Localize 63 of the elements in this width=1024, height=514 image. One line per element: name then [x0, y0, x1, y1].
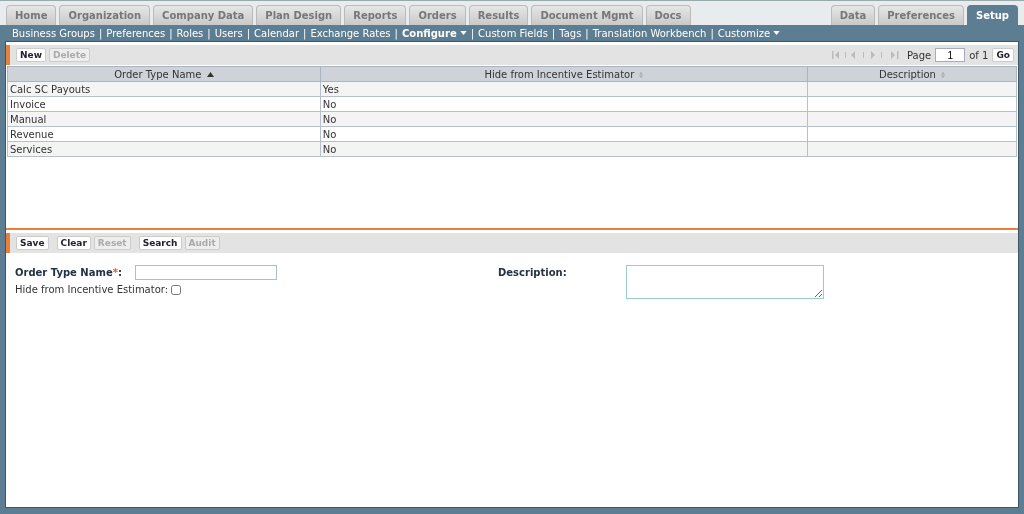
nav-tab[interactable]: Plan Design	[256, 5, 342, 25]
separator: |	[470, 27, 475, 39]
nav-tab[interactable]: Reports	[344, 5, 407, 25]
checkbox[interactable]	[171, 284, 182, 295]
nav-tab[interactable]: Preferences	[878, 5, 964, 25]
subnav-link[interactable]: Configure	[401, 27, 467, 39]
separator: |	[710, 27, 714, 39]
page-count: of 1	[969, 49, 989, 61]
sort-icon[interactable]	[941, 71, 946, 78]
separator: |	[98, 27, 103, 39]
table-cell: Yes	[322, 83, 339, 95]
subnav-link[interactable]: Exchange Rates	[310, 27, 391, 39]
table-cell: No	[322, 98, 337, 110]
go-button[interactable]: Go	[992, 48, 1014, 62]
column-header[interactable]: Order Type Name	[7, 66, 321, 82]
nav-tab[interactable]: Document Mgmt	[531, 5, 643, 25]
nav-tab[interactable]: Docs	[645, 5, 691, 25]
toolbar-button[interactable]: New	[16, 48, 46, 62]
page-input[interactable]: 1	[935, 48, 966, 62]
toolbar-button[interactable]: Search	[138, 236, 182, 250]
subnav-link[interactable]: Translation Workbench	[592, 27, 707, 39]
sort-ascending-icon[interactable]	[206, 72, 214, 77]
table-cell: Calc SC Payouts	[10, 83, 91, 95]
separator: |	[394, 27, 398, 39]
separator: |	[246, 27, 251, 39]
table-cell: Services	[10, 143, 53, 155]
nav-tab[interactable]: Results	[468, 5, 529, 25]
field-label: Order Type Name*:	[15, 267, 123, 278]
subnav-link[interactable]: Preferences	[106, 27, 166, 39]
subnav-link[interactable]: Business Groups	[12, 27, 95, 39]
nav-tab[interactable]: Orders	[409, 5, 466, 25]
table-cell: Manual	[10, 113, 47, 125]
toolbar-button[interactable]: Save	[16, 236, 49, 250]
nav-tab[interactable]: Setup	[966, 5, 1018, 25]
subnav-link[interactable]: Users	[214, 27, 243, 39]
table-cell: Invoice	[10, 98, 46, 110]
subnav-link[interactable]: Tags	[559, 27, 582, 39]
field-label: Description:	[498, 267, 568, 278]
separator: |	[207, 27, 211, 39]
subnav-link[interactable]: Custom Fields	[478, 27, 548, 39]
description-field[interactable]	[626, 265, 824, 299]
page-label: Page	[907, 49, 932, 61]
table-cell: No	[322, 143, 337, 155]
separator: |	[303, 27, 307, 39]
nav-tab[interactable]: Data	[830, 5, 876, 25]
subnav-link[interactable]: Calendar	[254, 27, 299, 39]
table-cell: No	[322, 113, 337, 125]
column-header[interactable]: Hide from Incentive Estimator	[320, 66, 808, 82]
subnav-link[interactable]: Customize	[717, 27, 781, 39]
nav-tab[interactable]: Company Data	[153, 5, 254, 25]
nav-tab[interactable]: Home	[6, 5, 57, 25]
separator: |	[169, 27, 173, 39]
separator: |	[585, 27, 589, 39]
subnav-link[interactable]: Roles	[176, 27, 204, 39]
input-field[interactable]	[135, 265, 277, 280]
toolbar-button[interactable]: Clear	[56, 236, 91, 250]
separator: |	[551, 27, 556, 39]
column-header[interactable]: Description	[807, 66, 1017, 82]
table-cell: Revenue	[10, 128, 54, 140]
nav-tab[interactable]: Organization	[59, 5, 151, 25]
sort-icon[interactable]	[639, 71, 644, 78]
table-cell: No	[322, 128, 337, 140]
field-label: Hide from Incentive Estimator:	[15, 284, 169, 295]
